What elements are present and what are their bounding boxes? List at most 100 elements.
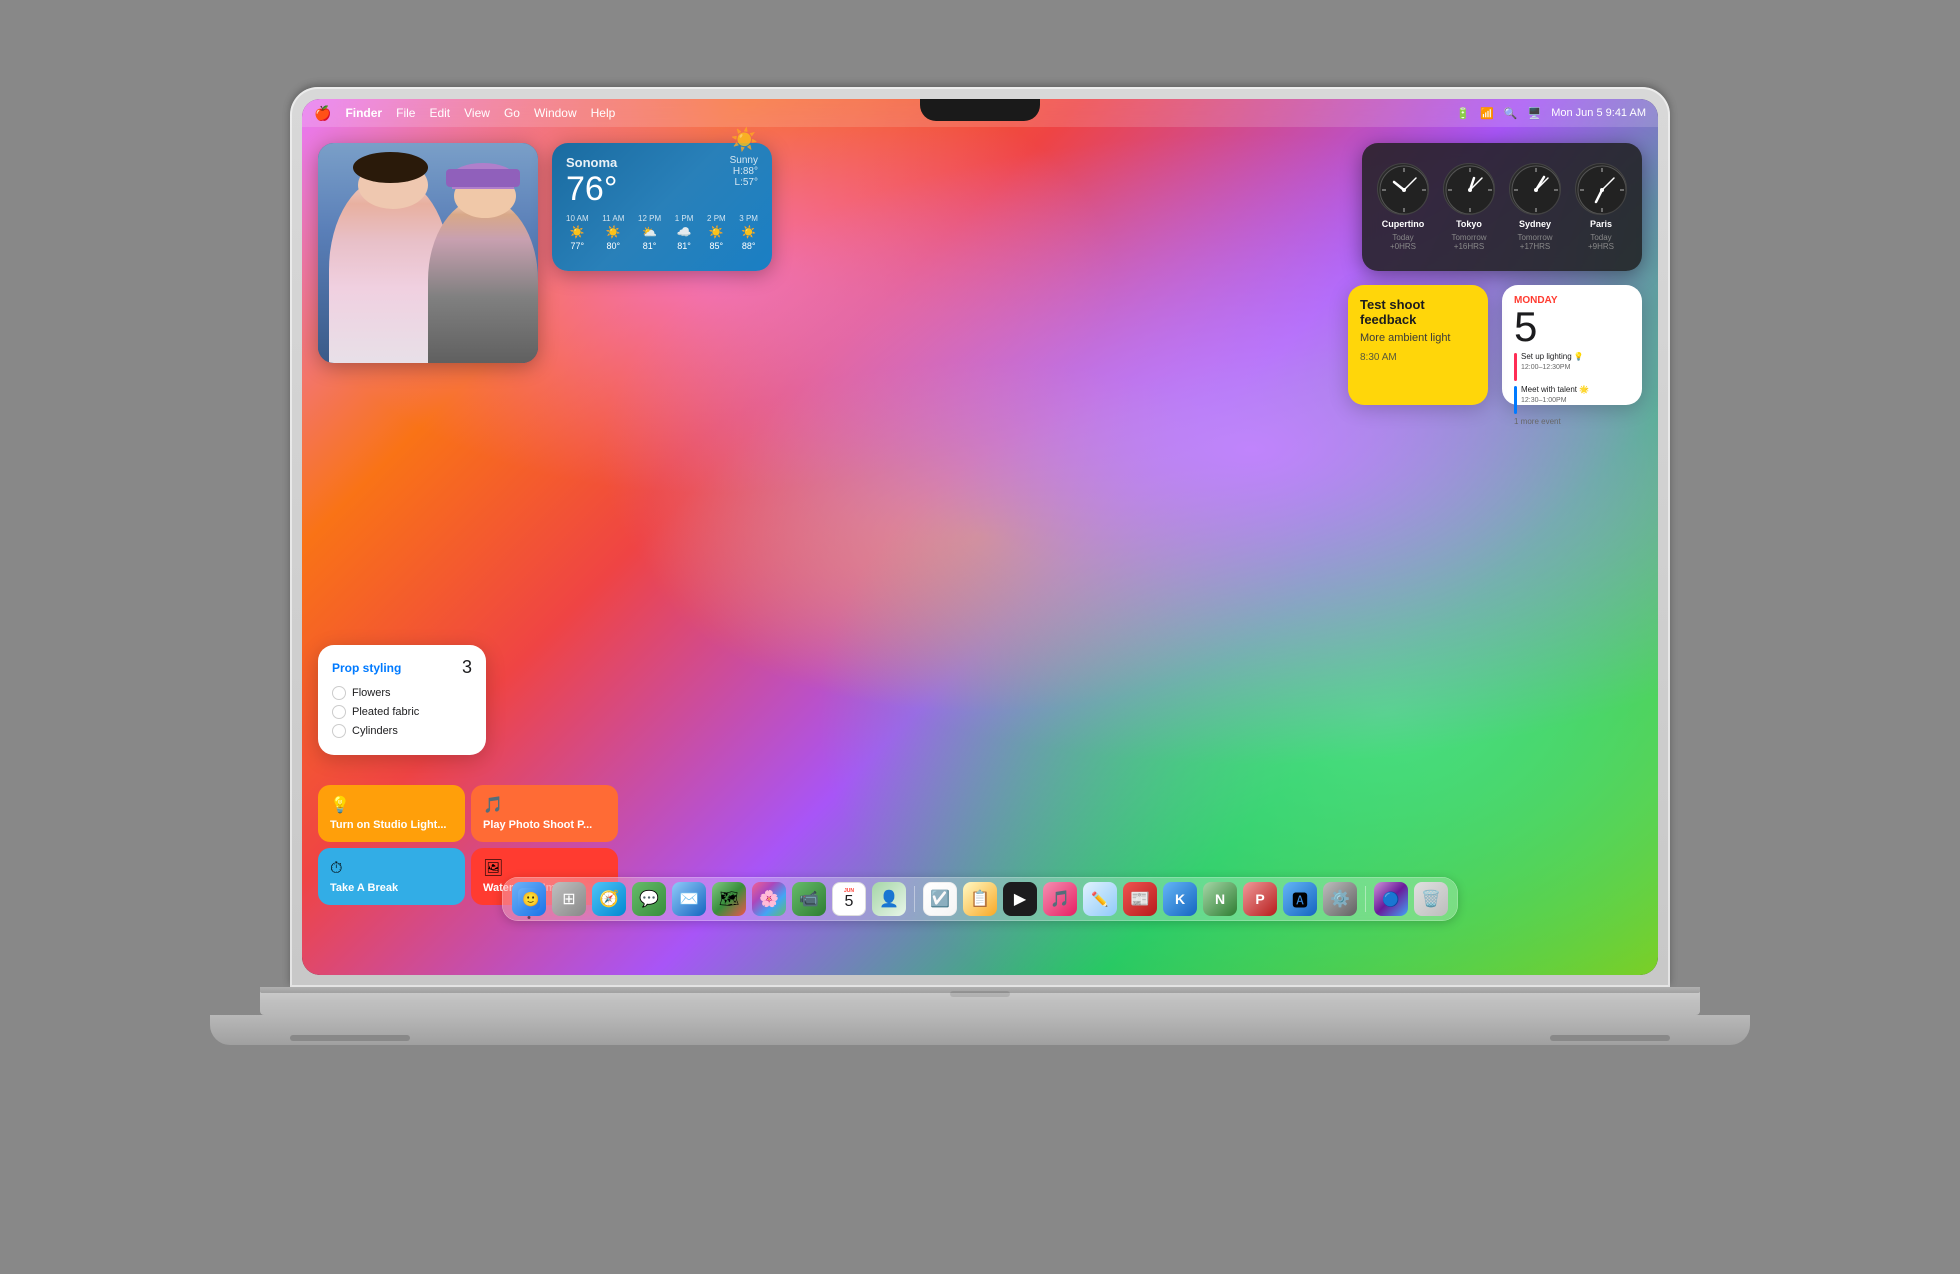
macbook-trackpad (950, 991, 1010, 997)
reminder-checkbox-0[interactable] (332, 686, 346, 700)
world-clocks-widget[interactable]: Cupertino Today +0HRS (1362, 143, 1642, 271)
dock-settings[interactable]: ⚙️ (1323, 882, 1357, 916)
shortcut-take-break[interactable]: ⏱ Take A Break (318, 848, 465, 905)
window-menu[interactable]: Window (534, 106, 577, 120)
go-menu[interactable]: Go (504, 106, 520, 120)
photos-widget[interactable] (318, 143, 538, 363)
macbook-laptop: 🍎 Finder File Edit View Go Window Help 🔋… (200, 87, 1760, 1187)
file-menu[interactable]: File (396, 106, 415, 120)
screen: 🍎 Finder File Edit View Go Window Help 🔋… (302, 99, 1658, 975)
weather-temp: 76° (566, 172, 617, 206)
event-color-dot-2 (1514, 386, 1517, 414)
weather-widget[interactable]: Sonoma 76° ☀️ Sunny H:88° L:57° 10 (552, 143, 772, 271)
clock-tokyo: Tokyo Tomorrow +16HRS (1440, 163, 1498, 251)
reminders-header: Prop styling 3 (332, 657, 472, 678)
dock-keynote[interactable]: K (1163, 882, 1197, 916)
clock-display: Mon Jun 5 9:41 AM (1551, 107, 1646, 119)
dock-dot (528, 916, 531, 919)
notes-content: More ambient light (1360, 331, 1476, 346)
calendar-more-events: 1 more event (1514, 417, 1630, 426)
battery-icon: 🔋 (1456, 107, 1470, 120)
menubar-right: 🔋 📶 🔍 🖥️ Mon Jun 5 9:41 AM (1456, 107, 1646, 120)
notes-widget[interactable]: Test shoot feedback More ambient light 8… (1348, 285, 1488, 405)
reminder-label-2: Cylinders (352, 725, 398, 737)
macbook-base (260, 987, 1700, 1015)
calendar-widget[interactable]: MONDAY 5 Set up lighting 💡12:00–12:30PM … (1502, 285, 1642, 405)
weather-hourly: 10 AM ☀️ 77° 11 AM ☀️ 80° 12 PM (566, 214, 758, 251)
reminder-item-0: Flowers (332, 686, 472, 700)
dock-facetime[interactable]: 📹 (792, 882, 826, 916)
macbook-foot-right (1550, 1035, 1670, 1041)
camera-notch (920, 99, 1040, 121)
clock-cupertino: Cupertino Today +0HRS (1374, 163, 1432, 251)
reminder-label-0: Flowers (352, 687, 391, 699)
reminders-count: 3 (462, 657, 472, 678)
screen-bezel: 🍎 Finder File Edit View Go Window Help 🔋… (302, 99, 1658, 975)
shortcut-label-2: Take A Break (330, 882, 453, 895)
macbook-lid: 🍎 Finder File Edit View Go Window Help 🔋… (290, 87, 1670, 987)
dock-contacts[interactable]: 👤 (872, 882, 906, 916)
reminder-label-1: Pleated fabric (352, 706, 419, 718)
dock-notes[interactable]: 📋 (963, 882, 997, 916)
event-color-dot (1514, 353, 1517, 381)
view-menu[interactable]: View (464, 106, 490, 120)
dock-freeform[interactable]: ✏️ (1083, 882, 1117, 916)
menubar-left: 🍎 Finder File Edit View Go Window Help (314, 105, 615, 122)
reminder-item-1: Pleated fabric (332, 705, 472, 719)
macbook-foot-left (290, 1035, 410, 1041)
dock-messages[interactable]: 💬 (632, 882, 666, 916)
reminder-checkbox-2[interactable] (332, 724, 346, 738)
dock-mail[interactable]: ✉️ (672, 882, 706, 916)
notes-title: Test shoot feedback (1360, 297, 1476, 327)
reminder-checkbox-1[interactable] (332, 705, 346, 719)
dock-reminders[interactable]: ☑️ (923, 882, 957, 916)
calendar-event-1: Set up lighting 💡12:00–12:30PM (1514, 352, 1630, 381)
dock-siri[interactable]: 🔵 (1374, 882, 1408, 916)
clock-sydney: Sydney Tomorrow +17HRS (1506, 163, 1564, 251)
desktop: Sonoma 76° ☀️ Sunny H:88° L:57° 10 (302, 135, 1658, 925)
weather-condition: ☀️ Sunny H:88° L:57° (730, 127, 758, 188)
timer-icon: ⏱ (330, 860, 453, 878)
calendar-event-2: Meet with talent 🌟12:30–1:00PM (1514, 385, 1630, 414)
bulb-icon: 💡 (330, 795, 453, 815)
dock-trash[interactable]: 🗑️ (1414, 882, 1448, 916)
edit-menu[interactable]: Edit (429, 106, 450, 120)
dock-pages[interactable]: P (1243, 882, 1277, 916)
notes-time: 8:30 AM (1360, 352, 1476, 363)
dock-finder[interactable]: 🙂 (512, 882, 546, 916)
shortcut-label-1: Play Photo Shoot P... (483, 819, 606, 832)
photo-image (318, 143, 538, 363)
dock-music[interactable]: 🎵 (1043, 882, 1077, 916)
wifi-icon: 📶 (1480, 107, 1494, 120)
image-icon: 🖼 (483, 858, 606, 878)
weather-location: Sonoma (566, 155, 617, 170)
dock-news[interactable]: 📰 (1123, 882, 1157, 916)
reminders-widget[interactable]: Prop styling 3 Flowers Pleated fabric (318, 645, 486, 755)
search-icon[interactable]: 🔍 (1504, 107, 1518, 120)
dock-calendar[interactable]: JUN 5 (832, 882, 866, 916)
dock-appletv[interactable]: ▶ (1003, 882, 1037, 916)
dock-divider-1 (914, 886, 915, 912)
calendar-date: 5 (1514, 306, 1630, 348)
finder-menu[interactable]: Finder (345, 106, 382, 120)
dock-photos[interactable]: 🌸 (752, 882, 786, 916)
dock-divider-2 (1365, 886, 1366, 912)
macbook-feet (210, 1035, 1750, 1041)
dock-appstore[interactable]: 🅰 (1283, 882, 1317, 916)
control-center-icon[interactable]: 🖥️ (1528, 107, 1542, 120)
dock-launchpad[interactable]: ⊞ (552, 882, 586, 916)
dock-numbers[interactable]: N (1203, 882, 1237, 916)
clock-paris: Paris Today +9HRS (1572, 163, 1630, 251)
macbook-bottom (210, 1015, 1750, 1045)
apple-menu[interactable]: 🍎 (314, 105, 331, 122)
svg-text:🙂: 🙂 (522, 891, 539, 907)
shortcut-label-0: Turn on Studio Light... (330, 819, 453, 832)
dock: 🙂 ⊞ 🧭 💬 ✉️ (502, 877, 1458, 921)
help-menu[interactable]: Help (591, 106, 616, 120)
shortcut-studio-light[interactable]: 💡 Turn on Studio Light... (318, 785, 465, 842)
shortcut-play-music[interactable]: 🎵 Play Photo Shoot P... (471, 785, 618, 842)
dock-maps[interactable]: 🗺 (712, 882, 746, 916)
dock-safari[interactable]: 🧭 (592, 882, 626, 916)
reminder-item-2: Cylinders (332, 724, 472, 738)
music-icon: 🎵 (483, 795, 606, 815)
